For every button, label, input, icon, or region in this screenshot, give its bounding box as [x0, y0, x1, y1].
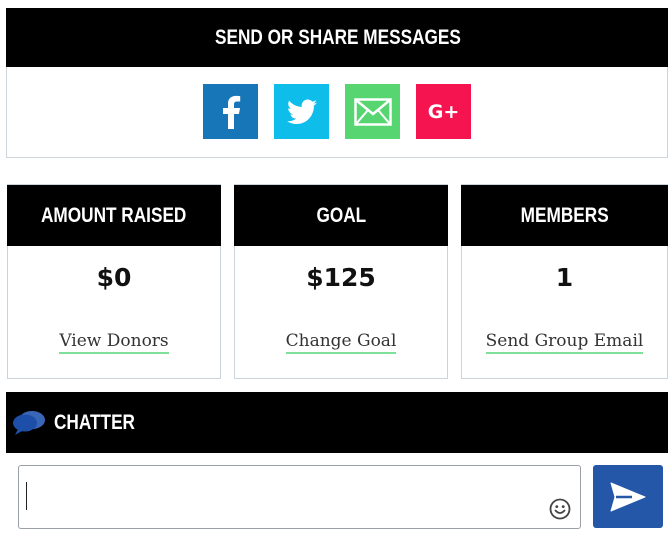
chatter-title: CHATTER — [54, 410, 135, 434]
facebook-icon — [222, 95, 240, 129]
google-plus-icon: G+ — [427, 100, 460, 123]
amount-raised-header: AMOUNT RAISED — [7, 185, 221, 246]
goal-card: GOAL $125 Change Goal — [234, 184, 448, 379]
amount-raised-card: AMOUNT RAISED $0 View Donors — [7, 184, 221, 379]
members-value: 1 — [555, 263, 574, 292]
goal-title: GOAL — [316, 203, 366, 227]
google-plus-share-button[interactable]: G+ — [416, 84, 471, 139]
chatter-header: CHATTER — [6, 392, 668, 453]
chat-bubbles-icon — [13, 410, 45, 435]
amount-raised-value: $0 — [96, 263, 132, 292]
send-icon — [610, 482, 646, 511]
view-donors-link[interactable]: View Donors — [59, 331, 169, 354]
amount-raised-title: AMOUNT RAISED — [41, 203, 187, 227]
smiley-icon[interactable] — [549, 498, 571, 520]
send-group-email-link[interactable]: Send Group Email — [485, 331, 644, 354]
chat-message-input[interactable] — [25, 472, 549, 522]
send-button[interactable] — [593, 465, 663, 528]
share-buttons: G+ — [7, 84, 667, 139]
email-share-button[interactable] — [345, 84, 400, 139]
members-card: MEMBERS 1 Send Group Email — [461, 184, 668, 379]
change-goal-link[interactable]: Change Goal — [285, 331, 397, 354]
members-title: MEMBERS — [520, 203, 609, 227]
twitter-share-button[interactable] — [274, 84, 329, 139]
twitter-icon — [286, 99, 317, 124]
members-header: MEMBERS — [461, 185, 668, 246]
email-icon — [353, 97, 392, 126]
goal-header: GOAL — [234, 185, 448, 246]
share-header: SEND OR SHARE MESSAGES — [6, 8, 668, 67]
goal-value: $125 — [306, 263, 376, 292]
text-caret — [26, 482, 27, 510]
chat-input-box — [18, 465, 581, 529]
share-section: SEND OR SHARE MESSAGES G+ — [6, 8, 668, 158]
share-title: SEND OR SHARE MESSAGES — [214, 25, 461, 49]
facebook-share-button[interactable] — [203, 84, 258, 139]
